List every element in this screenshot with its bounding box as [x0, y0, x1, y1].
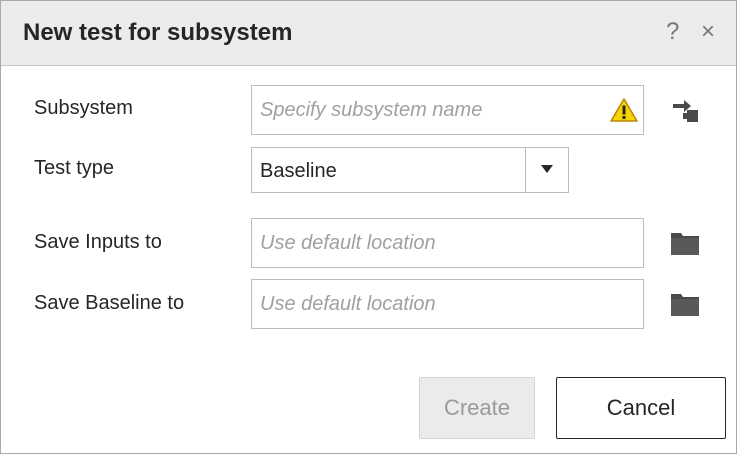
save-baseline-input[interactable] — [260, 280, 630, 328]
subsystem-input[interactable] — [260, 86, 600, 134]
cancel-button[interactable]: Cancel — [556, 377, 726, 439]
test-type-select[interactable]: Baseline — [251, 147, 569, 193]
dialog-titlebar[interactable]: New test for subsystem ? × — [1, 1, 736, 66]
test-type-value: Baseline — [260, 160, 337, 182]
create-button[interactable]: Create — [419, 377, 535, 439]
help-button[interactable]: ? — [666, 20, 679, 44]
save-inputs-field-box — [251, 218, 644, 268]
chevron-down-icon — [541, 165, 553, 173]
close-button[interactable]: × — [701, 20, 715, 44]
warning-icon — [610, 98, 638, 122]
dialog-title: New test for subsystem — [23, 19, 293, 46]
subsystem-field-box — [251, 85, 644, 135]
folder-icon[interactable] — [670, 230, 700, 256]
test-type-label: Test type — [34, 157, 115, 179]
subsystem-label: Subsystem — [34, 97, 133, 119]
save-baseline-label: Save Baseline to — [34, 292, 185, 314]
select-subsystem-icon[interactable] — [670, 95, 700, 125]
folder-icon[interactable] — [670, 291, 700, 317]
save-inputs-label: Save Inputs to — [34, 231, 162, 253]
dropdown-button[interactable] — [525, 148, 568, 192]
save-baseline-field-box — [251, 279, 644, 329]
save-inputs-input[interactable] — [260, 219, 630, 267]
new-test-dialog: New test for subsystem ? × Subsystem Tes… — [0, 0, 737, 454]
